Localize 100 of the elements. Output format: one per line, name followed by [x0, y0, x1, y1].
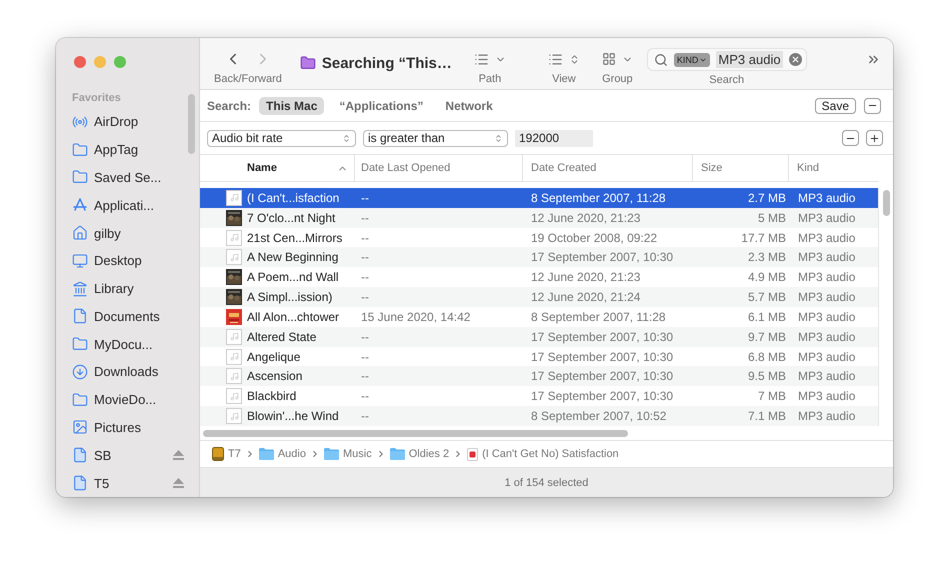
file-row[interactable]: Ascension -- 17 September 2007, 10:30 9.5 MB MP3 audio: [200, 366, 878, 386]
clear-icon[interactable]: [788, 53, 802, 66]
table-cell-text: 17 September 2007, 10:30: [530, 250, 674, 264]
table-cell-text: 17 September 2007, 10:30: [530, 330, 674, 344]
table-cell-text: 6.1 MB: [746, 310, 787, 324]
file-row[interactable]: 7 O'clo...nt Night -- 12 June 2020, 21:23 5 MB MP3 audio: [200, 208, 878, 228]
window-title: Searching “This…: [322, 54, 452, 72]
sidebar-item[interactable]: MyDocu...: [72, 330, 184, 358]
eject-icon[interactable]: [173, 450, 184, 460]
table-cell-text: 12 June 2020, 21:23: [530, 270, 642, 284]
sidebar-item[interactable]: SB: [72, 441, 184, 470]
drive-icon: [212, 447, 224, 461]
table-cell-text: 8 September 2007, 11:28: [530, 190, 667, 205]
music-file-icon: [226, 230, 242, 246]
close-button[interactable]: [74, 56, 86, 68]
file-row[interactable]: Angelique -- 17 September 2007, 10:30 6.8 MB MP3 audio: [200, 346, 878, 366]
scope-option[interactable]: Network: [438, 96, 500, 114]
table-cell-text: 2.3 MB: [746, 250, 787, 264]
column-header[interactable]: Size: [693, 155, 789, 181]
table-cell-text: --: [360, 190, 370, 205]
folder-icon: [72, 336, 88, 352]
file-row[interactable]: Altered State -- 17 September 2007, 10:30 9.7 MB MP3 audio: [200, 326, 878, 347]
sidebar-item[interactable]: AirDrop: [72, 108, 184, 136]
sidebar-item[interactable]: T5: [72, 469, 184, 497]
music-file-icon: [226, 328, 242, 345]
file-row[interactable]: 21st Cen...Mirrors -- 19 October 2008, 09:22 17.7 MB MP3 audio: [200, 228, 878, 248]
path-item[interactable]: Audio: [278, 448, 306, 460]
table-cell-text: 8 September 2007, 11:28: [530, 310, 667, 324]
table-cell-text: 12 June 2020, 21:24: [530, 290, 642, 304]
table-cell-text: 6.8 MB: [746, 350, 787, 364]
scope-label: Search:: [207, 98, 252, 112]
group-icon[interactable]: [602, 52, 616, 66]
home-icon: [72, 225, 88, 242]
sidebar-item[interactable]: Desktop: [72, 246, 184, 275]
search-value: MP3 audio: [716, 51, 783, 68]
sidebar-item[interactable]: Pictures: [72, 414, 184, 442]
table-cell-text: --: [360, 409, 370, 424]
path-item[interactable]: Oldies 2: [408, 448, 450, 460]
scrollbar-thumb[interactable]: [188, 94, 195, 154]
path-item[interactable]: T7: [228, 448, 241, 460]
remove-button[interactable]: [842, 130, 859, 146]
music-file-icon: [226, 348, 242, 365]
table-cell-text: 17.7 MB: [740, 230, 787, 245]
desktop-icon: [72, 252, 88, 269]
table-cell-text: 2.7 MB: [746, 190, 787, 205]
remove-button[interactable]: [864, 98, 881, 114]
file-name: Altered State: [247, 330, 318, 344]
table-cell-text: 5.7 MB: [746, 290, 787, 304]
sidebar-item[interactable]: Downloads: [72, 358, 184, 386]
column-header[interactable]: Date Created: [523, 155, 693, 181]
file-row[interactable]: A New Beginning -- 17 September 2007, 10:30 2.3 MB MP3 audio: [200, 247, 878, 268]
path-icon[interactable]: [474, 52, 489, 66]
path-item[interactable]: (I Can't Get No) Satisfaction: [482, 448, 619, 460]
sidebar-item[interactable]: Applicati...: [72, 191, 184, 220]
scope-option[interactable]: “Applications”: [332, 96, 430, 114]
column-header[interactable]: Name: [247, 155, 355, 181]
search-token[interactable]: KIND: [674, 52, 710, 66]
table-cell-text: 8 September 2007, 10:52: [530, 409, 668, 424]
status-text: 1 of 154 selected: [504, 476, 588, 488]
table-cell-text: MP3 audio: [797, 210, 856, 225]
table-cell-text: 17 September 2007, 10:30: [530, 389, 674, 404]
scrollbar-thumb[interactable]: [882, 190, 890, 216]
sidebar-item[interactable]: MovieDo...: [72, 386, 184, 414]
table-cell-text: MP3 audio: [797, 310, 856, 324]
list-view-icon[interactable]: [548, 52, 563, 66]
file-row[interactable]: A Simpl...ission) -- 12 June 2020, 21:24 5.7 MB MP3 audio: [200, 287, 878, 307]
file-row[interactable]: Blowin'...he Wind -- 8 September 2007, 10:52 7.1 MB MP3 audio: [200, 406, 878, 426]
file-row[interactable]: (I Can't...isfaction -- 8 September 2007, 11:28 2.7 MB MP3 audio: [200, 188, 878, 208]
sidebar-item[interactable]: gilby: [72, 219, 184, 247]
table-cell-text: --: [360, 250, 370, 264]
plus-icon: [869, 132, 880, 144]
operator-select[interactable]: is greater than: [363, 130, 508, 146]
sidebar-item[interactable]: AppTag: [72, 136, 184, 164]
path-item[interactable]: Music: [342, 448, 372, 460]
sidebar-item[interactable]: Documents: [72, 302, 184, 330]
file-name: Ascension: [247, 369, 304, 384]
search-field[interactable]: KIND MP3 audio: [646, 48, 807, 71]
toolbar-label: Back/Forward: [214, 73, 282, 85]
attribute-select[interactable]: Audio bit rate: [207, 130, 356, 146]
add-button[interactable]: [866, 130, 883, 146]
table-cell-text: 12 June 2020, 21:23: [530, 210, 642, 225]
table-cell-text: --: [360, 389, 370, 404]
sidebar-heading: Favorites: [72, 92, 122, 104]
sidebar-item[interactable]: Library: [72, 274, 184, 302]
file-name: A Simpl...ission): [247, 290, 334, 304]
folder-icon: [72, 142, 88, 158]
music-file-icon: [226, 368, 242, 384]
table-cell-text: MP3 audio: [797, 330, 856, 344]
column-header[interactable]: Date Last Opened: [355, 155, 523, 181]
library-icon: [72, 280, 88, 297]
eject-icon[interactable]: [173, 478, 184, 488]
save-button[interactable]: Save: [814, 98, 856, 114]
scrollbar-thumb[interactable]: [203, 430, 628, 436]
column-header[interactable]: Kind: [789, 155, 879, 181]
search-icon: [654, 52, 668, 66]
sidebar-item[interactable]: Saved Se...: [72, 164, 184, 192]
table-cell-text: MP3 audio: [797, 409, 856, 424]
value-field[interactable]: 192000: [515, 130, 593, 146]
table-cell-text: --: [360, 210, 370, 225]
scope-option[interactable]: This Mac: [259, 96, 324, 114]
